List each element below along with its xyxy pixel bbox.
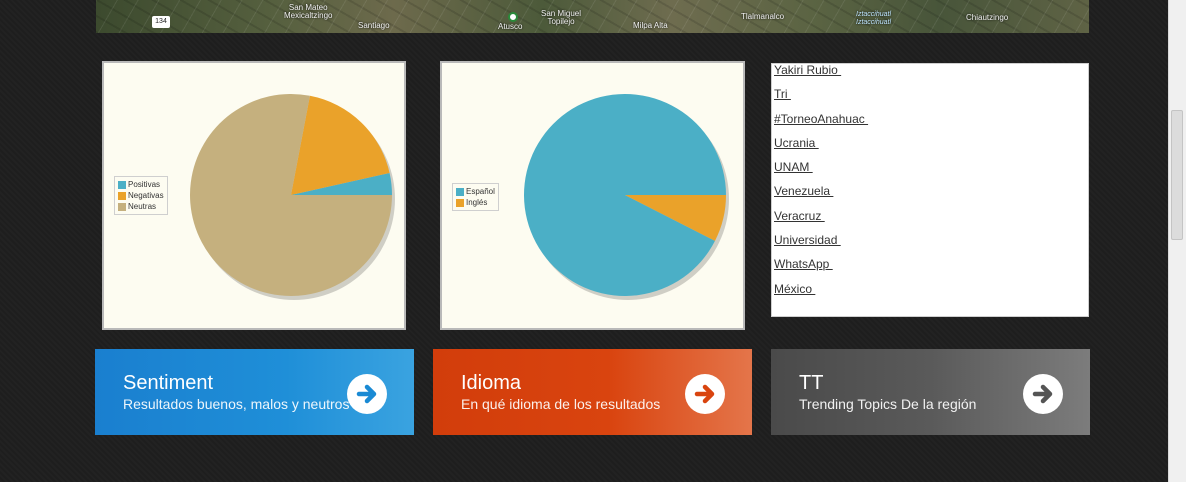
route-shield: 134: [152, 16, 170, 28]
legend-item: Negativas: [118, 190, 164, 201]
arrow-right-icon[interactable]: [1023, 374, 1063, 414]
tt-tile[interactable]: TT Trending Topics De la región: [771, 349, 1090, 435]
trending-topic-link[interactable]: UNAM: [774, 161, 1086, 185]
sentiment-chart-legend: Positivas Negativas Neutras: [114, 176, 168, 215]
sentiment-chart-panel: Positivas Negativas Neutras: [102, 61, 406, 330]
map-label: Chiautzingo: [966, 13, 1009, 22]
map-label: Iztaccihuatl Iztaccihuatl: [856, 11, 892, 26]
legend-label: Positivas: [128, 180, 161, 189]
trending-topic-link[interactable]: Tri: [774, 88, 1086, 112]
legend-swatch: [456, 198, 464, 207]
language-chart-panel: Español Inglés: [440, 61, 745, 330]
trending-topics-list: Yakiri Rubio Tri #TorneoAnahuac Ucrania …: [771, 63, 1089, 317]
trending-topic-link[interactable]: Ucrania: [774, 137, 1086, 161]
trending-topic-link[interactable]: Universidad: [774, 234, 1086, 258]
legend-label: Español: [466, 187, 495, 196]
legend-swatch: [118, 191, 126, 200]
tile-title: Idioma: [461, 372, 522, 394]
map-strip[interactable]: 134 San Mateo Mexicaltzingo Santiago Atu…: [96, 0, 1089, 33]
tile-subtitle: Resultados buenos, malos y neutros: [123, 396, 350, 412]
map-label: Atusco: [498, 22, 523, 31]
scrollbar-track[interactable]: [1168, 0, 1186, 482]
legend-swatch: [118, 180, 126, 189]
tile-subtitle: Trending Topics De la región: [799, 396, 977, 412]
map-label: Tlalmanalco: [741, 12, 785, 21]
scrollbar-thumb[interactable]: [1171, 110, 1183, 240]
trending-topic-link[interactable]: WhatsApp: [774, 258, 1086, 282]
trending-topic-link[interactable]: #TorneoAnahuac: [774, 113, 1086, 137]
arrow-right-icon[interactable]: [347, 374, 387, 414]
tile-title: Sentiment: [123, 372, 214, 394]
legend-swatch: [118, 202, 126, 211]
map-marker-icon[interactable]: [508, 12, 518, 22]
legend-label: Inglés: [466, 198, 488, 207]
legend-item: Positivas: [118, 179, 164, 190]
legend-item: Inglés: [456, 197, 495, 208]
legend-item: Español: [456, 186, 495, 197]
legend-label: Negativas: [128, 191, 164, 200]
tile-subtitle: En qué idioma de los resultados: [461, 396, 661, 412]
map-label: San Miguel Topilejo: [541, 9, 582, 26]
trending-topic-link[interactable]: Venezuela: [774, 185, 1086, 209]
trending-topic-link[interactable]: Veracruz: [774, 210, 1086, 234]
arrow-right-icon[interactable]: [685, 374, 725, 414]
trending-topic-link[interactable]: México: [774, 283, 1086, 307]
idioma-tile[interactable]: Idioma En qué idioma de los resultados: [433, 349, 752, 435]
sentiment-tile[interactable]: Sentiment Resultados buenos, malos y neu…: [95, 349, 414, 435]
legend-swatch: [456, 187, 464, 196]
legend-label: Neutras: [128, 202, 157, 211]
language-chart-legend: Español Inglés: [452, 183, 499, 211]
map-label: Milpa Alta: [633, 21, 668, 30]
tile-title: TT: [799, 372, 824, 394]
legend-item: Neutras: [118, 201, 164, 212]
map-label: Santiago: [358, 21, 390, 30]
trending-topic-link[interactable]: Yakiri Rubio: [774, 64, 1086, 88]
map-label: San Mateo Mexicaltzingo: [284, 3, 333, 20]
